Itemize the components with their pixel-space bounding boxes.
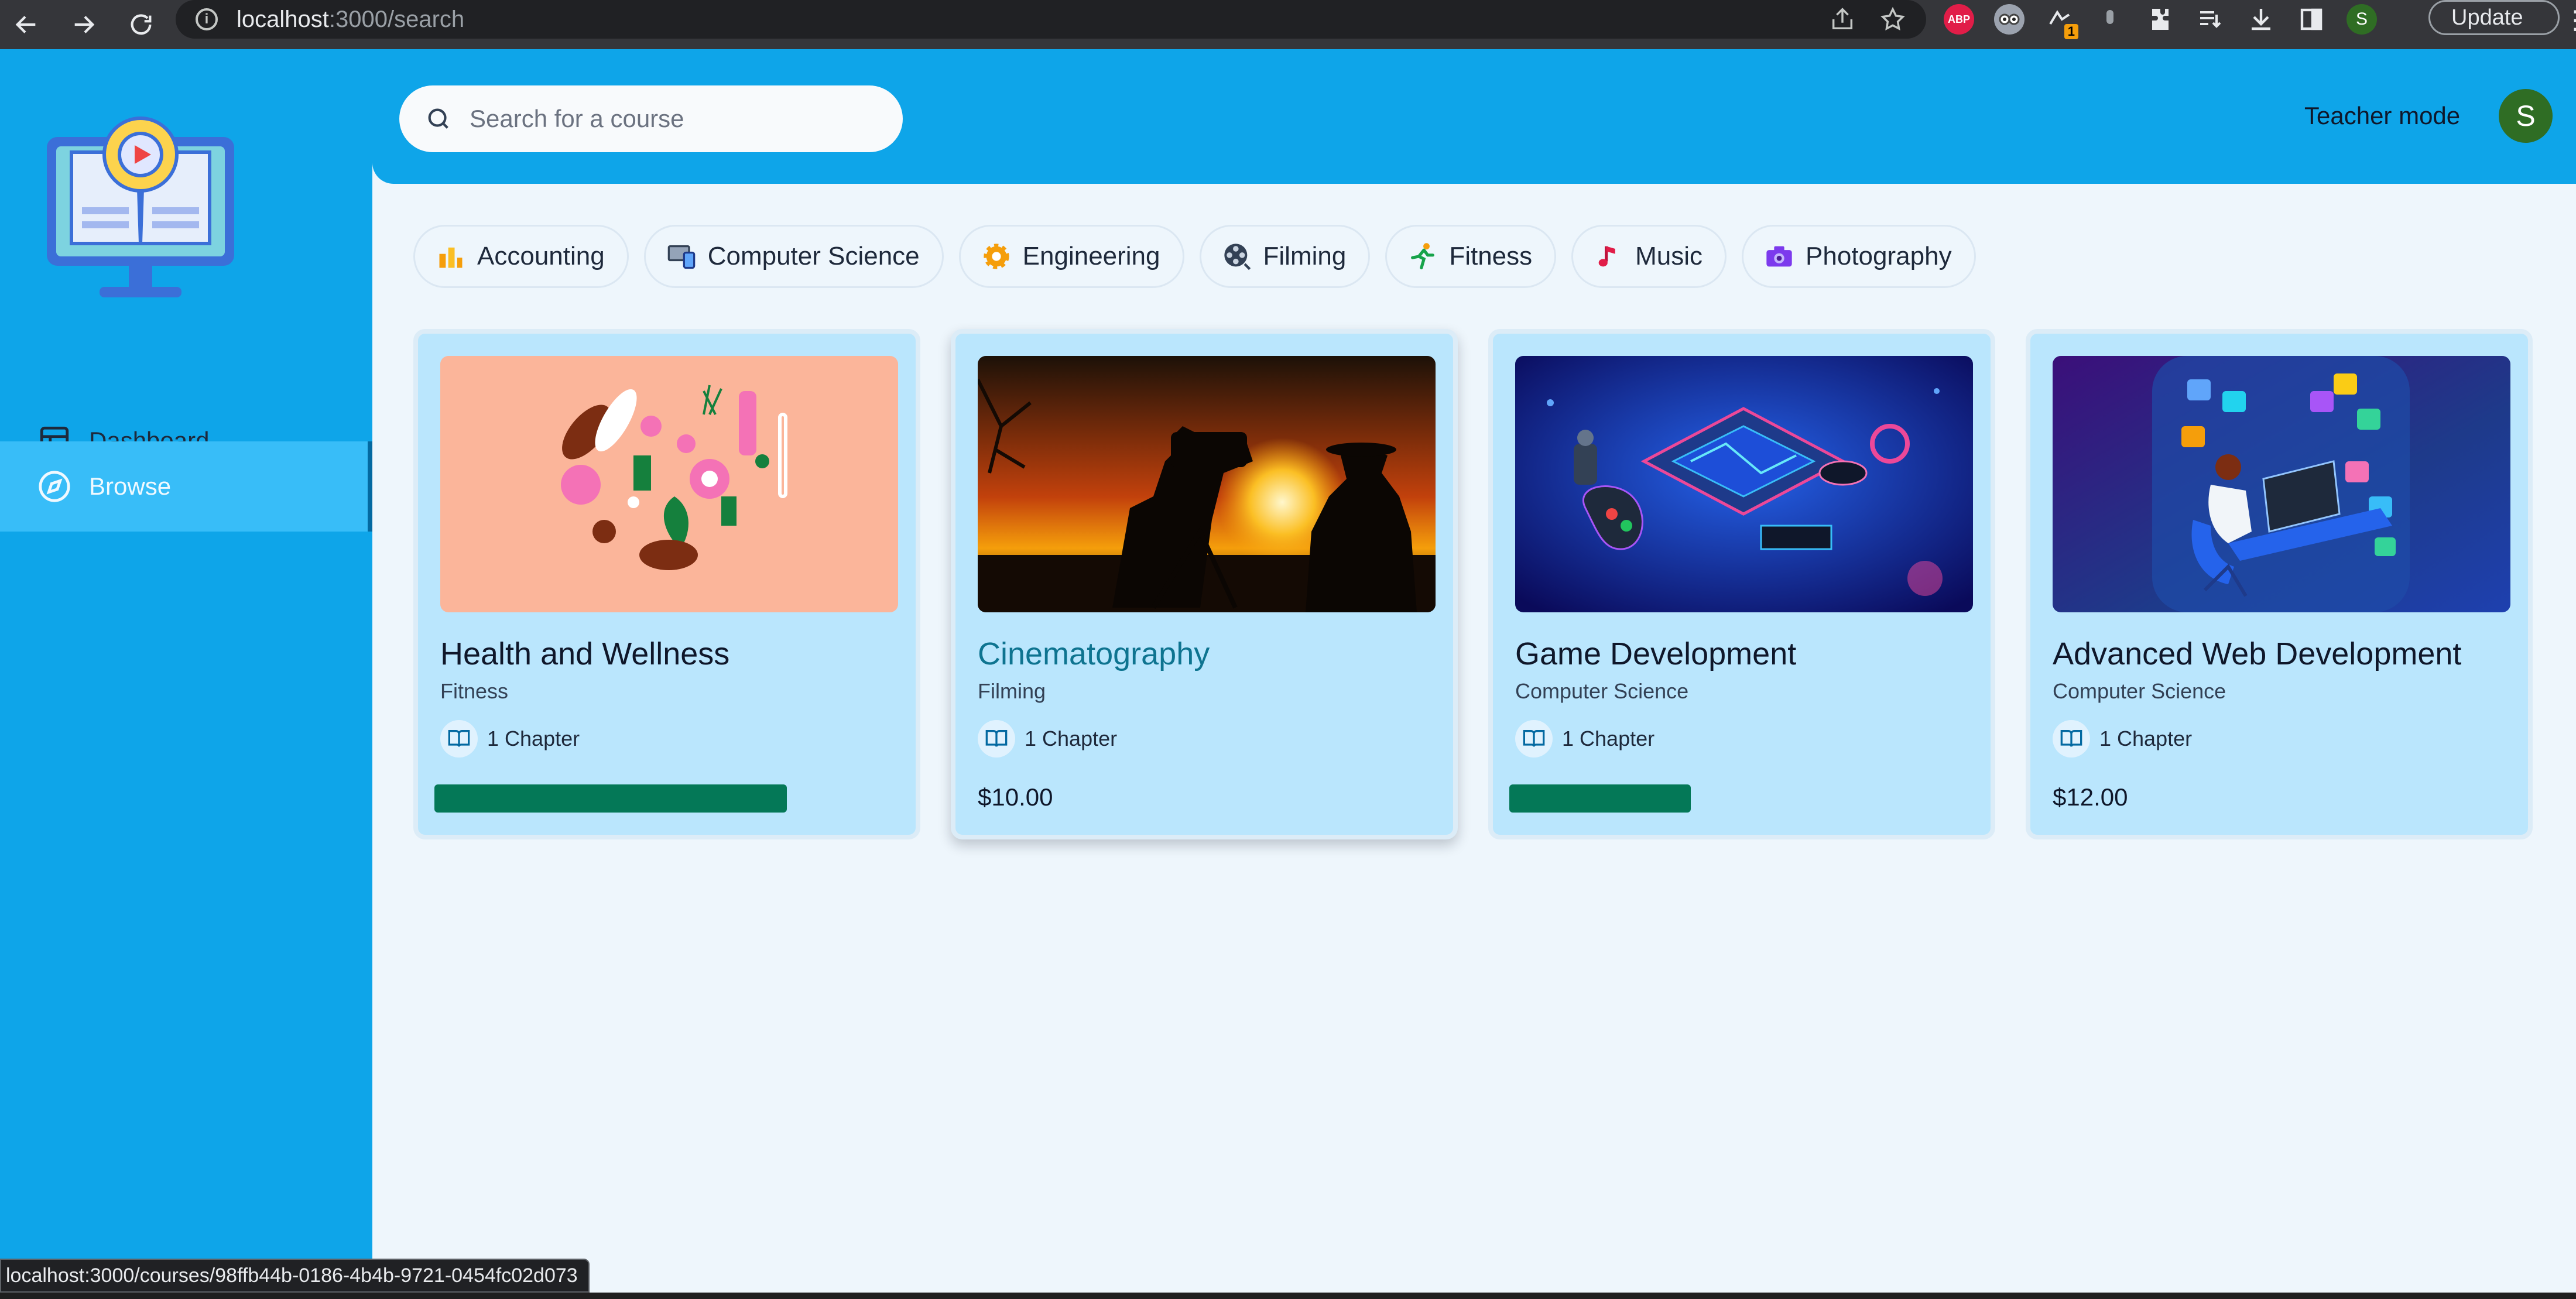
film-reel-icon <box>1221 241 1253 272</box>
course-title[interactable]: Health and Wellness <box>440 636 729 672</box>
category-music[interactable]: Music <box>1571 225 1727 288</box>
user-avatar[interactable]: S <box>2499 89 2553 143</box>
course-progress-bar <box>434 784 787 813</box>
camera-icon <box>1763 241 1795 272</box>
course-category: Filming <box>978 679 1046 703</box>
more-menu-icon[interactable]: ⋮ <box>2563 5 2576 35</box>
app-logo[interactable] <box>41 96 252 307</box>
category-label: Accounting <box>477 242 605 270</box>
chapter-count: 1 Chapter <box>1562 726 1655 750</box>
download-icon[interactable] <box>2246 4 2276 35</box>
adblock-icon[interactable]: ABP <box>1944 4 1974 35</box>
puzzle-extensions-icon[interactable] <box>2145 4 2176 35</box>
book-icon <box>2053 720 2090 758</box>
chapter-count: 1 Chapter <box>1025 726 1118 750</box>
compass-icon <box>39 471 70 502</box>
category-engineering[interactable]: Engineering <box>958 225 1184 288</box>
course-title[interactable]: Advanced Web Development <box>2053 636 2461 672</box>
profile-avatar[interactable]: S <box>2347 4 2377 35</box>
course-title[interactable]: Game Development <box>1515 636 1796 672</box>
course-price: $12.00 <box>2053 783 2128 811</box>
category-label: Fitness <box>1449 242 1533 270</box>
sidebar-item-browse[interactable]: Browse <box>0 441 372 532</box>
course-chapters: 1 Chapter <box>978 720 1117 758</box>
chapter-count: 1 Chapter <box>2099 726 2193 750</box>
category-filming[interactable]: Filming <box>1199 225 1371 288</box>
bar-chart-icon <box>435 241 467 272</box>
side-panel-icon[interactable] <box>2296 4 2327 35</box>
microphone-icon[interactable] <box>2095 4 2125 35</box>
course-category: Fitness <box>440 679 509 703</box>
search-input[interactable] <box>470 105 879 133</box>
address-bar[interactable]: i localhost:3000/search <box>176 0 1926 39</box>
reload-icon[interactable] <box>121 4 162 45</box>
course-chapters: 1 Chapter <box>440 720 580 758</box>
runner-icon <box>1407 241 1438 272</box>
category-label: Computer Science <box>707 242 920 270</box>
course-progress-bar <box>1509 784 1691 813</box>
top-navbar: Teacher mode S <box>372 49 2576 184</box>
forward-icon[interactable] <box>63 4 104 45</box>
category-label: Photography <box>1806 242 1952 270</box>
book-icon <box>978 720 1015 758</box>
course-thumbnail <box>978 356 1436 612</box>
course-card-cinematography[interactable]: Cinematography Filming 1 Chapter $10.00 <box>951 329 1458 839</box>
category-list: Accounting Computer Science Engineering … <box>413 225 1976 288</box>
category-computer-science[interactable]: Computer Science <box>643 225 944 288</box>
category-label: Music <box>1635 242 1703 270</box>
sidebar: Dashboard Browse <box>0 49 372 1299</box>
course-thumbnail <box>440 356 898 612</box>
extension-badge-count: 1 <box>2064 24 2078 39</box>
devices-icon <box>666 241 697 272</box>
course-chapters: 1 Chapter <box>2053 720 2192 758</box>
course-price: $10.00 <box>978 783 1053 811</box>
reading-list-icon[interactable] <box>2195 4 2226 35</box>
main-content: Accounting Computer Science Engineering … <box>372 184 2576 1290</box>
sidebar-item-label: Browse <box>89 472 172 500</box>
book-icon <box>440 720 478 758</box>
course-thumbnail <box>1515 356 1973 612</box>
search-icon <box>428 108 448 129</box>
browser-toolbar: i localhost:3000/search ABP 1 S Update ⋮ <box>0 0 2576 49</box>
status-bar-link: localhost:3000/courses/98ffb44b-0186-4b4… <box>0 1259 590 1293</box>
course-card-game-development[interactable]: Game Development Computer Science 1 Chap… <box>1488 329 1995 839</box>
course-card-advanced-web-development[interactable]: Advanced Web Development Computer Scienc… <box>2026 329 2533 839</box>
course-grid: Health and Wellness Fitness 1 Chapter Ci… <box>413 329 2533 839</box>
bookmark-star-icon[interactable] <box>1879 6 1906 33</box>
extension-badge-icon[interactable]: 1 <box>2044 4 2078 39</box>
back-icon[interactable] <box>6 4 47 45</box>
gear-icon <box>981 241 1012 272</box>
site-info-icon[interactable]: i <box>196 8 218 30</box>
course-category: Computer Science <box>2053 679 2226 703</box>
teacher-mode-button[interactable]: Teacher mode <box>2304 102 2460 130</box>
course-card-health-and-wellness[interactable]: Health and Wellness Fitness 1 Chapter <box>413 329 920 839</box>
chapter-count: 1 Chapter <box>487 726 580 750</box>
address-url: localhost:3000/search <box>237 6 465 32</box>
category-label: Engineering <box>1022 242 1160 270</box>
category-fitness[interactable]: Fitness <box>1385 225 1557 288</box>
update-button[interactable]: Update ⋮ <box>2428 0 2576 35</box>
share-icon[interactable] <box>1829 6 1856 33</box>
window-bottom-edge <box>0 1293 2576 1299</box>
course-thumbnail <box>2053 356 2510 612</box>
category-accounting[interactable]: Accounting <box>413 225 629 288</box>
course-chapters: 1 Chapter <box>1515 720 1654 758</box>
category-label: Filming <box>1263 242 1347 270</box>
music-note-icon <box>1593 241 1625 272</box>
book-icon <box>1515 720 1553 758</box>
update-label: Update <box>2451 5 2523 30</box>
search-bar[interactable] <box>399 85 903 152</box>
course-category: Computer Science <box>1515 679 1689 703</box>
owl-extension-icon[interactable] <box>1994 4 2025 35</box>
course-title[interactable]: Cinematography <box>978 636 1210 672</box>
category-photography[interactable]: Photography <box>1742 225 1976 288</box>
